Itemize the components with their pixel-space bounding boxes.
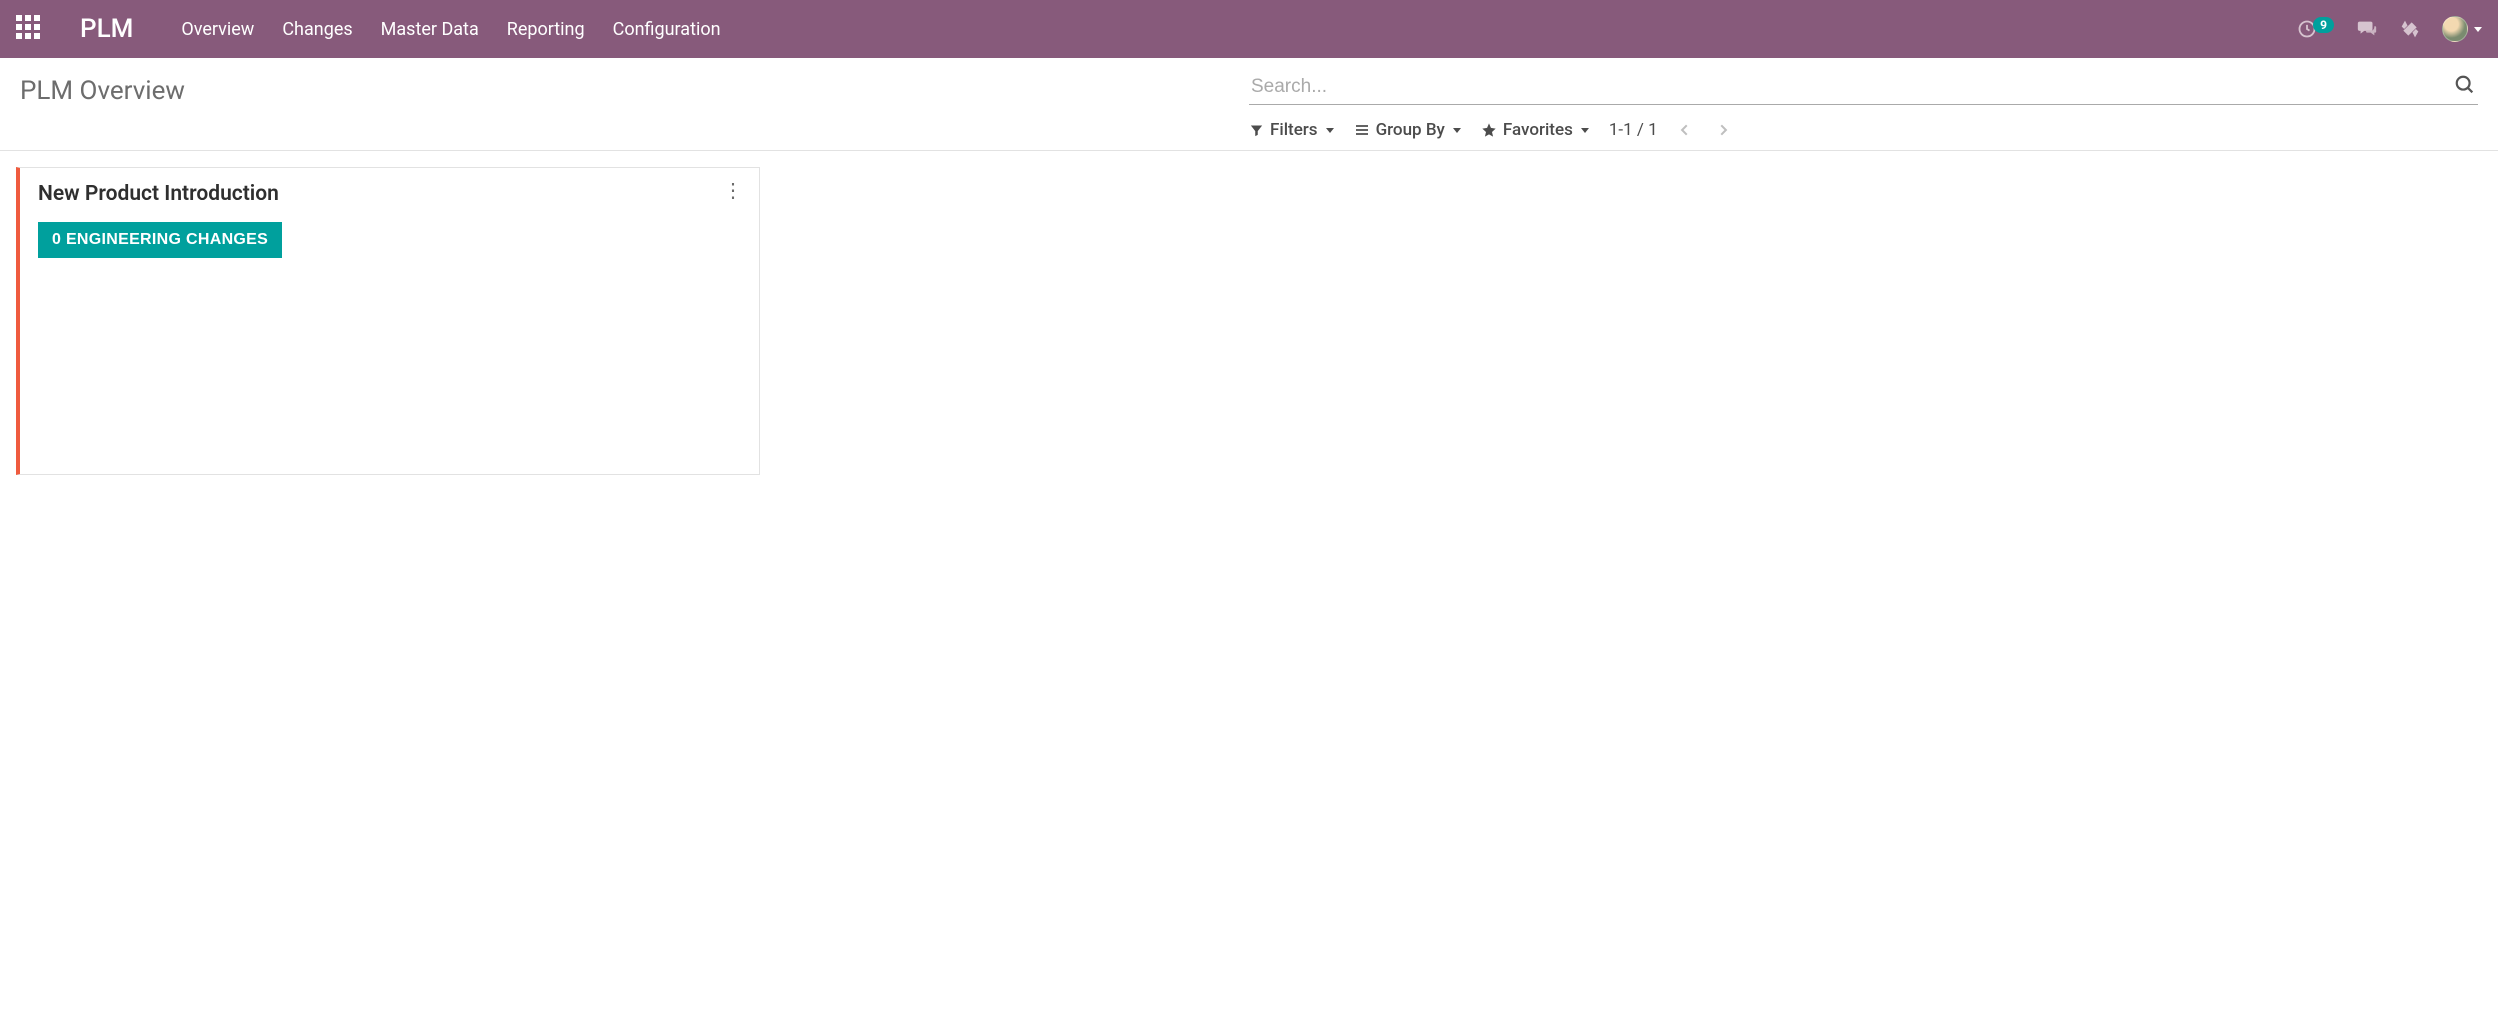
search-toolbar: Filters Group By Favorites [1249, 120, 1734, 140]
funnel-icon [1249, 123, 1264, 138]
group-by-label: Group By [1376, 120, 1445, 140]
group-by-button[interactable]: Group By [1354, 120, 1461, 140]
activity-button[interactable]: 9 [2297, 19, 2334, 39]
tools-icon[interactable] [2400, 19, 2420, 39]
engineering-changes-button[interactable]: 0 Engineering Changes [38, 222, 282, 258]
chevron-down-icon [1453, 128, 1461, 133]
nav-menu: Overview Changes Master Data Reporting C… [181, 19, 720, 40]
kanban-card[interactable]: ⋮ New Product Introduction 0 Engineering… [16, 167, 760, 475]
chevron-down-icon [2474, 27, 2482, 32]
nav-item-configuration[interactable]: Configuration [613, 19, 721, 40]
control-panel: PLM Overview Filters [0, 58, 2498, 151]
avatar [2442, 16, 2468, 42]
filters-label: Filters [1270, 120, 1318, 140]
favorites-label: Favorites [1503, 120, 1573, 140]
star-icon [1481, 122, 1497, 138]
breadcrumb: PLM Overview [20, 70, 1249, 106]
kanban-view: ⋮ New Product Introduction 0 Engineering… [0, 151, 2498, 491]
conversations-icon[interactable] [2356, 18, 2378, 40]
chevron-down-icon [1326, 128, 1334, 133]
chevron-down-icon [1581, 128, 1589, 133]
pager-next[interactable] [1712, 121, 1734, 139]
navbar: PLM Overview Changes Master Data Reporti… [0, 0, 2498, 58]
apps-icon[interactable] [16, 15, 44, 43]
app-brand[interactable]: PLM [80, 14, 133, 44]
pager-prev[interactable] [1674, 121, 1696, 139]
nav-item-reporting[interactable]: Reporting [507, 19, 585, 40]
search-input[interactable] [1249, 70, 2478, 105]
pager: 1-1 / 1 [1609, 120, 1734, 140]
card-title: New Product Introduction [38, 182, 741, 206]
nav-item-overview[interactable]: Overview [181, 19, 254, 40]
pager-text: 1-1 / 1 [1609, 120, 1658, 140]
card-menu-button[interactable]: ⋮ [723, 180, 743, 200]
navbar-right: 9 [2297, 16, 2482, 42]
search-icon[interactable] [2454, 74, 2476, 96]
nav-item-master-data[interactable]: Master Data [381, 19, 479, 40]
search-wrap [1249, 70, 2478, 105]
filters-button[interactable]: Filters [1249, 120, 1334, 140]
list-icon [1354, 122, 1370, 138]
nav-item-changes[interactable]: Changes [282, 19, 352, 40]
kebab-icon: ⋮ [723, 178, 743, 202]
activity-count-badge: 9 [2313, 17, 2334, 33]
user-menu[interactable] [2442, 16, 2482, 42]
favorites-button[interactable]: Favorites [1481, 120, 1589, 140]
